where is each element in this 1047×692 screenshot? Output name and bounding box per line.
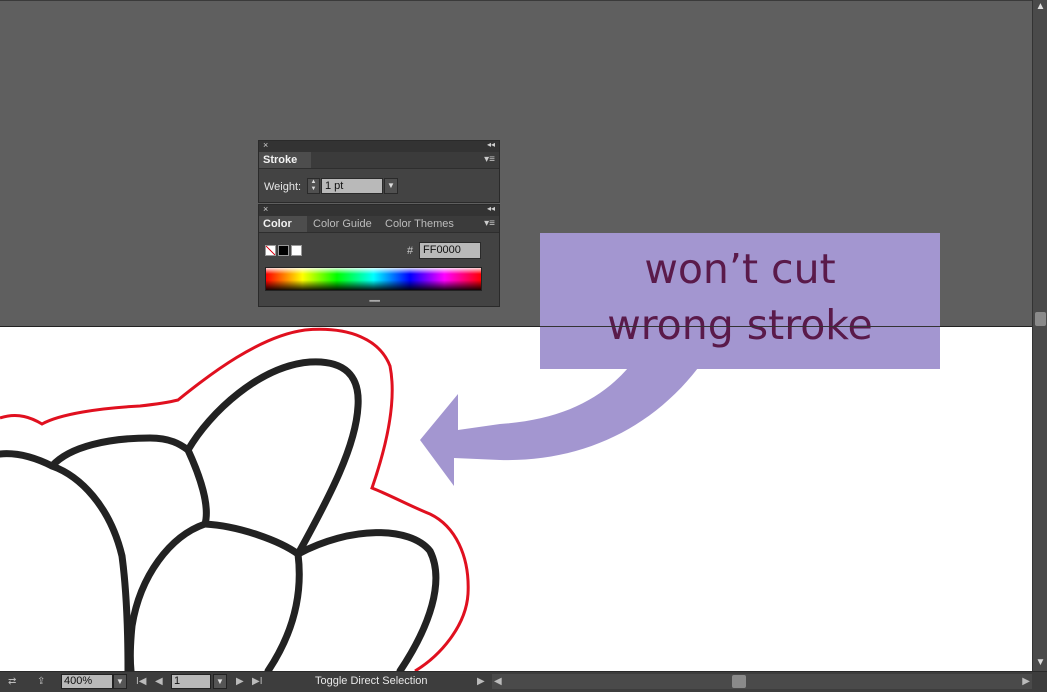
zoom-input[interactable]: 400%: [61, 674, 113, 689]
collapse-icon[interactable]: ◂◂: [487, 204, 495, 213]
annotation-callout: won’t cut wrong stroke: [540, 233, 940, 369]
tab-color-guide[interactable]: Color Guide: [309, 216, 381, 232]
petal-left: [48, 462, 132, 671]
scroll-up-icon[interactable]: ▲: [1033, 0, 1047, 14]
tab-stroke-label: Stroke: [263, 154, 298, 166]
none-swatch-icon[interactable]: [265, 245, 276, 256]
status-menu-arrow-icon[interactable]: ▶: [477, 674, 485, 689]
hex-hash-label: #: [407, 245, 414, 257]
tab-color-label: Color: [263, 218, 292, 230]
black-swatch[interactable]: [278, 245, 289, 256]
tab-stroke[interactable]: Stroke: [259, 152, 311, 168]
cut-stroke-outline: [0, 327, 470, 671]
stepper-up-icon[interactable]: ▲: [308, 179, 319, 186]
vertical-scrollbar[interactable]: ▲ ▼: [1032, 0, 1047, 671]
color-panel: × ◂◂ Color Color Guide Color Themes ▾≡ #…: [258, 204, 500, 307]
color-panel-tabs: Color Color Guide Color Themes ▾≡: [259, 216, 499, 233]
vertical-scroll-thumb[interactable]: [1035, 312, 1046, 326]
zoom-dropdown-button[interactable]: ▼: [113, 674, 127, 689]
weight-dropdown-button[interactable]: ▼: [384, 178, 398, 194]
next-page-icon[interactable]: ▶: [236, 674, 244, 689]
callout-line-2: wrong stroke: [607, 301, 873, 349]
scroll-left-icon[interactable]: ◀: [494, 674, 502, 689]
horizontal-scrollbar[interactable]: ◀ ▶: [492, 674, 1032, 689]
panel-menu-icon[interactable]: ▾≡: [484, 154, 495, 165]
collapse-icon[interactable]: ◂◂: [487, 140, 495, 149]
scroll-down-icon[interactable]: ▼: [1033, 656, 1047, 670]
page-input[interactable]: 1: [171, 674, 211, 689]
close-icon[interactable]: ×: [263, 204, 268, 214]
panel-menu-icon[interactable]: ▾≡: [484, 218, 495, 229]
artboard-edge-line: [540, 326, 940, 327]
color-panel-titlebar[interactable]: × ◂◂: [259, 204, 499, 216]
tab-color-themes-label: Color Themes: [385, 218, 454, 230]
status-bar: ⇄ ⇪ 400% ▼ I◀ ◀ 1 ▼ ▶ ▶I Toggle Direct S…: [0, 671, 1047, 692]
weight-stepper[interactable]: ▲ ▼: [307, 178, 320, 194]
scroll-right-icon[interactable]: ▶: [1022, 674, 1030, 689]
close-icon[interactable]: ×: [263, 140, 268, 150]
last-page-icon[interactable]: ▶I: [252, 674, 262, 689]
petal-right: [294, 529, 440, 671]
weight-label: Weight:: [264, 181, 302, 193]
petal-middle: [126, 446, 210, 671]
color-spectrum[interactable]: [265, 267, 482, 291]
first-page-icon[interactable]: I◀: [136, 674, 146, 689]
stepper-down-icon[interactable]: ▼: [308, 186, 319, 193]
resize-grip-icon[interactable]: ▪▪▪▪▪▪▪: [369, 298, 380, 305]
tab-color-themes[interactable]: Color Themes: [381, 216, 461, 232]
hex-input[interactable]: FF0000: [419, 242, 481, 259]
tab-color-guide-label: Color Guide: [313, 218, 372, 230]
sync-icon[interactable]: ⇄: [8, 674, 16, 689]
tab-color[interactable]: Color: [259, 216, 307, 232]
status-text: Toggle Direct Selection: [315, 675, 428, 687]
callout-line-1: won’t cut: [644, 245, 836, 293]
stroke-panel-titlebar[interactable]: × ◂◂: [259, 140, 499, 152]
artwork[interactable]: [0, 326, 1032, 671]
horizontal-scroll-thumb[interactable]: [732, 675, 746, 688]
stroke-panel-tabs: Stroke ▾≡: [259, 152, 499, 169]
petal-left-outer: [0, 358, 362, 558]
petal-center: [201, 520, 303, 671]
share-icon[interactable]: ⇪: [37, 674, 45, 689]
page-dropdown-button[interactable]: ▼: [213, 674, 227, 689]
prev-page-icon[interactable]: ◀: [155, 674, 163, 689]
white-swatch[interactable]: [291, 245, 302, 256]
weight-input[interactable]: 1 pt: [321, 178, 383, 194]
stroke-panel: × ◂◂ Stroke ▾≡ Weight: ▲ ▼ 1 pt ▼: [258, 140, 500, 203]
